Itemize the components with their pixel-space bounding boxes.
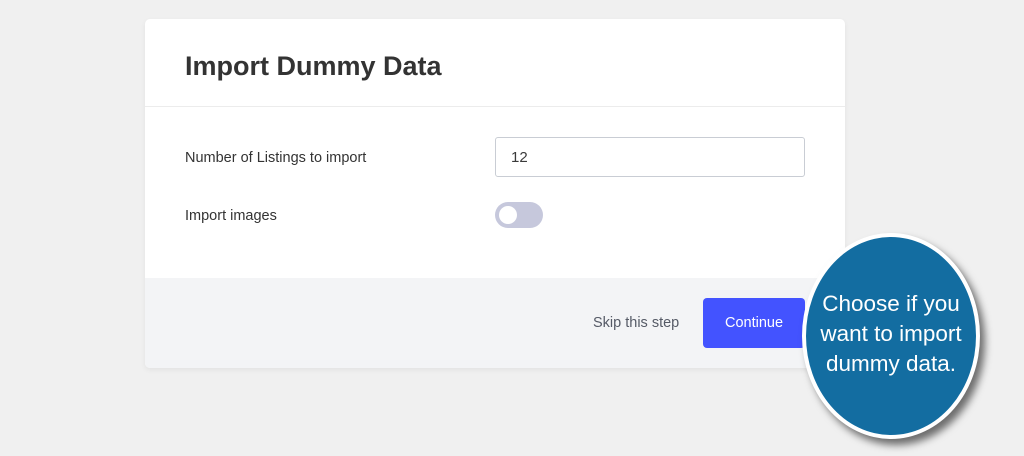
import-images-label: Import images (185, 208, 277, 224)
card-body: Number of Listings to import Import imag… (145, 107, 845, 278)
skip-step-link[interactable]: Skip this step (593, 315, 679, 331)
card-footer: Skip this step Continue (145, 278, 845, 368)
card-header: Import Dummy Data (145, 19, 845, 107)
import-dummy-data-card: Import Dummy Data Number of Listings to … (145, 19, 845, 368)
continue-button[interactable]: Continue (703, 298, 805, 348)
page-title: Import Dummy Data (185, 51, 442, 81)
import-images-toggle[interactable] (495, 202, 543, 228)
callout-bubble: Choose if you want to import dummy data. (802, 233, 980, 439)
callout-text: Choose if you want to import dummy data. (820, 291, 962, 376)
listings-count-label: Number of Listings to import (185, 150, 367, 166)
listings-count-input[interactable] (495, 137, 805, 177)
toggle-knob (499, 206, 517, 224)
